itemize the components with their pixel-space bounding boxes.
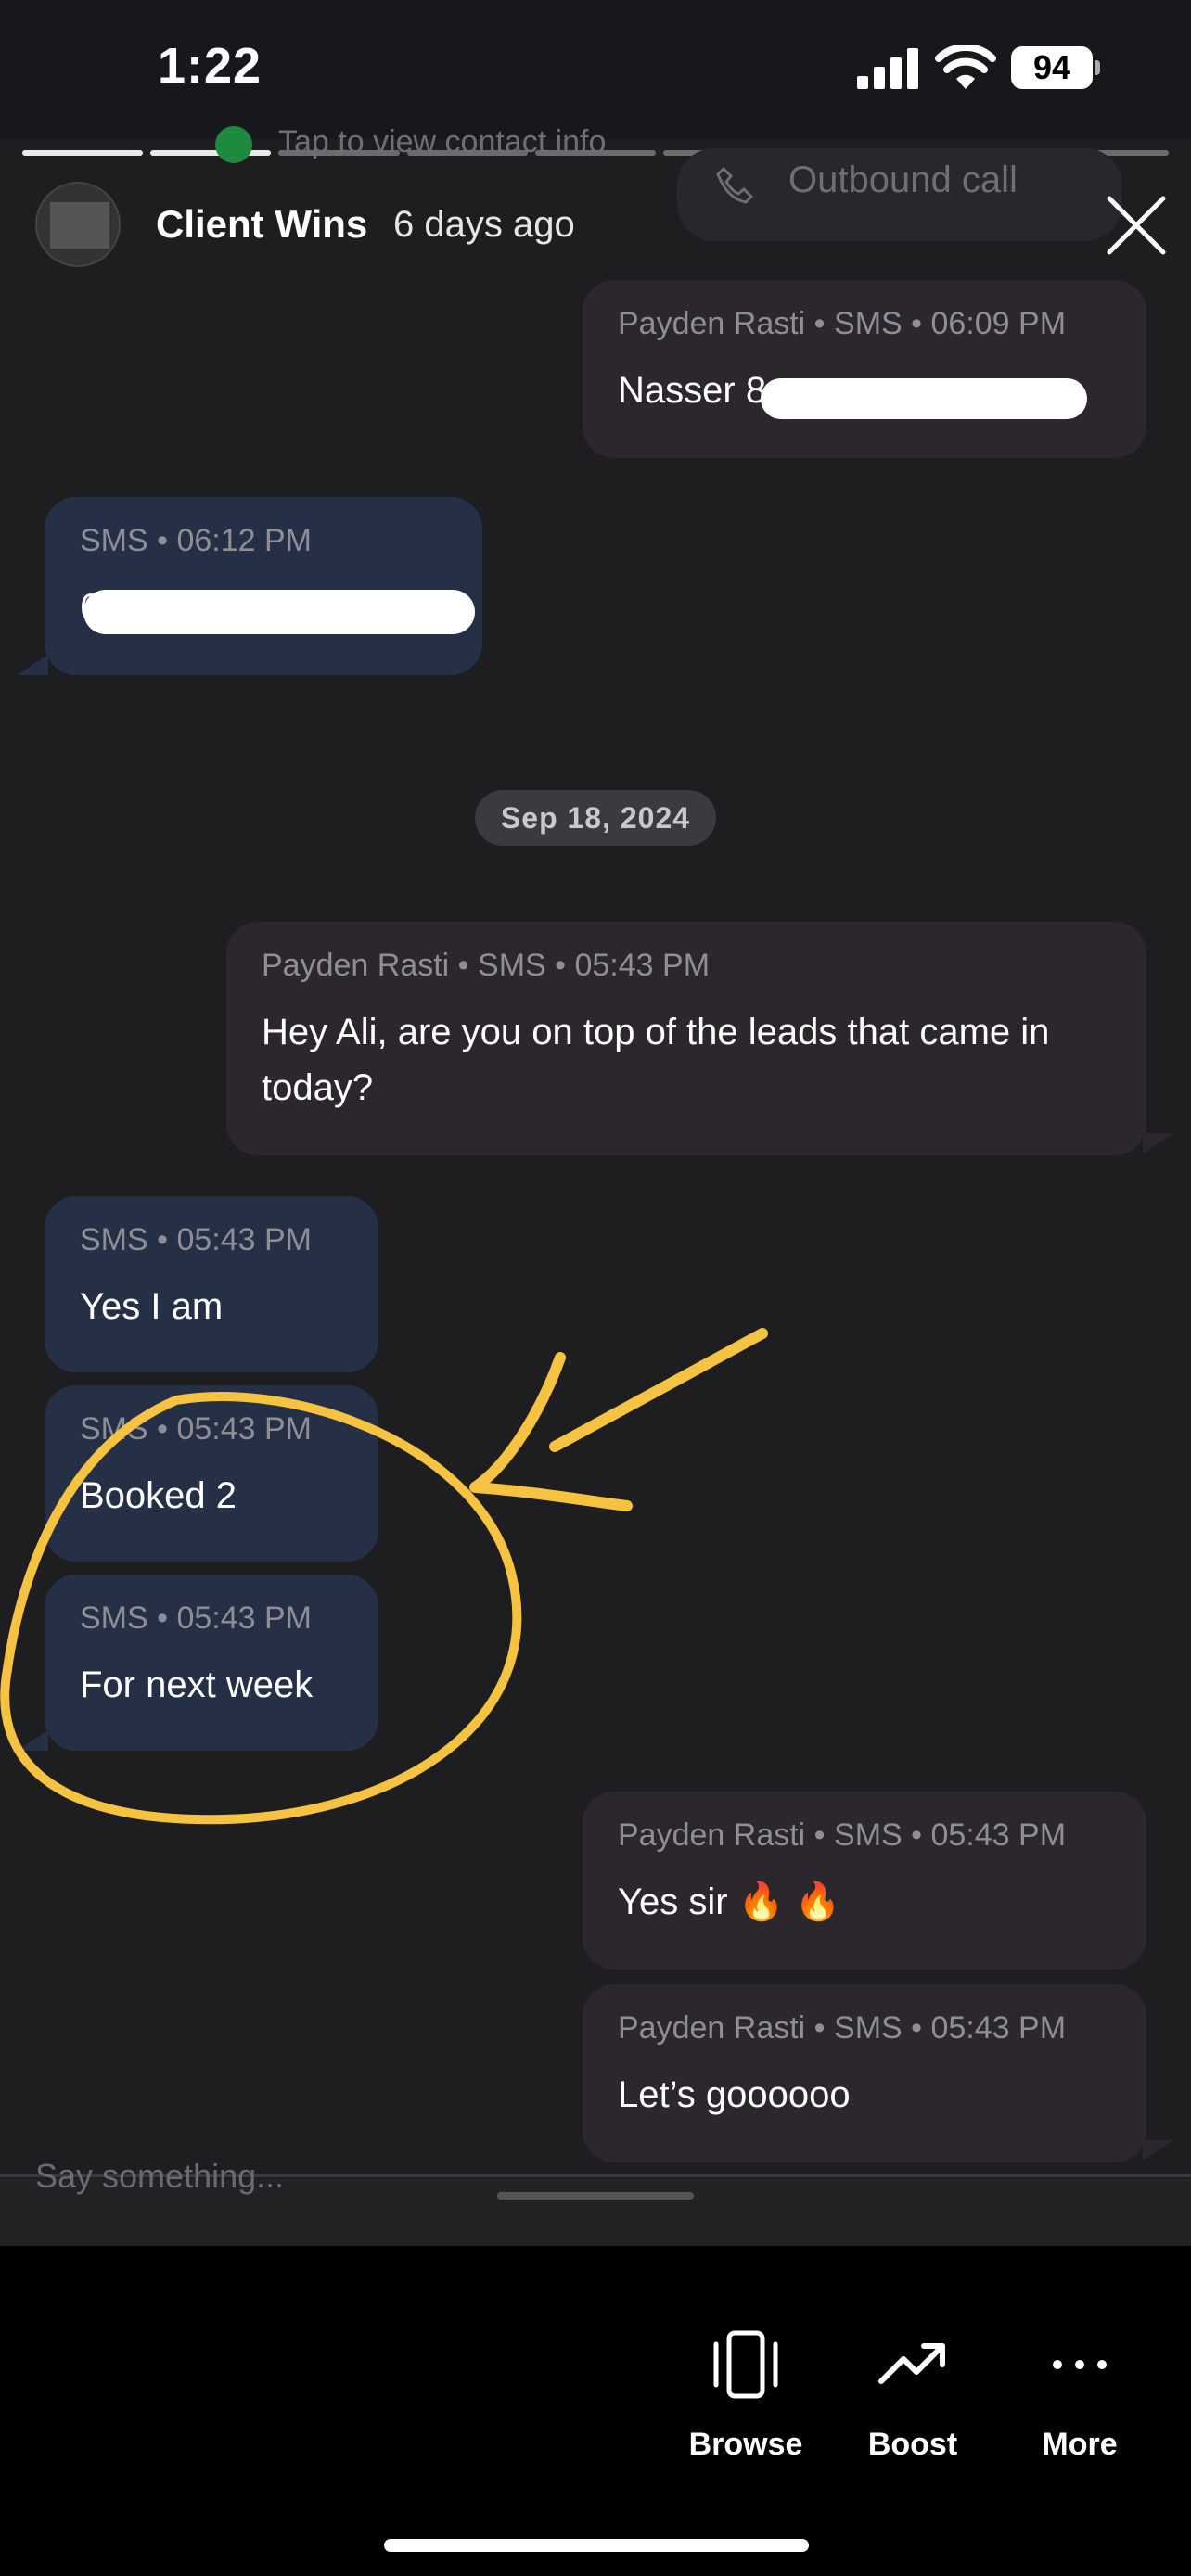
message-meta: SMS • 05:43 PM	[80, 1411, 313, 1447]
message-bubble-outgoing: Payden Rasti • SMS • 06:09 PM Nasser 8	[583, 280, 1146, 458]
wifi-icon	[935, 45, 996, 89]
message-meta: Payden Rasti • SMS • 06:09 PM	[618, 306, 1067, 341]
bubble-tail	[1143, 1133, 1174, 1154]
bubble-tail	[17, 1730, 48, 1751]
story-avatar[interactable]	[35, 182, 121, 267]
annotation-arrow-shaft	[549, 1328, 768, 1452]
message-bubble-incoming: SMS • 05:43 PM Yes I am	[45, 1196, 378, 1372]
message-bubble-outgoing: Payden Rasti • SMS • 05:43 PM Let’s gooo…	[583, 1984, 1146, 2162]
message-bubble-incoming: SMS • 05:43 PM For next week	[45, 1575, 378, 1751]
date-divider: Sep 18, 2024	[475, 790, 716, 846]
story-viewer: 1:22 94 Tap to view contact info Outboun…	[0, 0, 1191, 2576]
redaction-mark	[761, 378, 1087, 419]
message-bubble-outgoing: Payden Rasti • SMS • 05:43 PM Yes sir 🔥 …	[583, 1792, 1146, 1970]
message-meta: SMS • 05:43 PM	[80, 1600, 313, 1636]
story-timestamp: 6 days ago	[393, 204, 575, 245]
browse-icon	[713, 2330, 778, 2399]
story-title: Client Wins	[156, 202, 368, 246]
battery-nub	[1095, 60, 1100, 75]
drag-handle[interactable]	[497, 2192, 694, 2200]
home-indicator[interactable]	[384, 2539, 809, 2552]
bubble-tail	[1143, 2140, 1174, 2161]
progress-segment	[150, 150, 272, 156]
message-meta: Payden Rasti • SMS • 05:43 PM	[262, 948, 711, 983]
more-label: More	[1042, 2427, 1118, 2462]
progress-segment	[22, 150, 144, 156]
browse-label: Browse	[688, 2427, 803, 2462]
close-icon[interactable]	[1104, 193, 1169, 258]
message-text: Let’s goooooo	[618, 2074, 851, 2115]
avatar-thumbnail	[50, 202, 109, 249]
outbound-call-label: Outbound call	[788, 159, 1018, 200]
message-text: Yes sir 🔥 🔥	[618, 1881, 841, 1922]
message-text: Booked 2	[80, 1475, 237, 1516]
redaction-mark	[83, 590, 475, 634]
browse-button[interactable]: Browse	[672, 2327, 820, 2463]
contact-info-link[interactable]: Tap to view contact info	[278, 124, 606, 160]
message-meta: Payden Rasti • SMS • 05:43 PM	[618, 1817, 1067, 1853]
annotation-arrow-head	[469, 1352, 633, 1511]
message-app-icon	[215, 126, 252, 163]
battery-icon: 94	[1011, 46, 1102, 89]
more-dots-icon	[1053, 2360, 1107, 2369]
status-bar: 1:22 94	[0, 0, 1191, 139]
message-meta: SMS • 06:12 PM	[80, 523, 313, 558]
message-text: For next week	[80, 1664, 314, 1705]
boost-button[interactable]: Boost	[839, 2327, 987, 2463]
message-meta: SMS • 05:43 PM	[80, 1222, 313, 1257]
phone-icon	[716, 166, 754, 204]
message-meta: Payden Rasti • SMS • 05:43 PM	[618, 2010, 1067, 2046]
battery-level: 94	[1011, 46, 1093, 89]
message-bubble-incoming: SMS • 06:12 PM 647	[45, 497, 482, 675]
message-bubble-outgoing: Payden Rasti • SMS • 05:43 PM Hey Ali, a…	[226, 922, 1146, 1155]
cellular-signal-icon	[857, 48, 918, 89]
status-time: 1:22	[158, 38, 263, 94]
message-text: Yes I am	[80, 1286, 224, 1327]
trending-up-icon	[878, 2343, 945, 2384]
more-button[interactable]: More	[1005, 2327, 1154, 2463]
message-input[interactable]: Say something...	[35, 2157, 284, 2196]
boost-label: Boost	[867, 2427, 958, 2462]
message-text: Hey Ali, are you on top of the leads tha…	[262, 1012, 1050, 1108]
message-bubble-incoming: SMS • 05:43 PM Booked 2	[45, 1385, 378, 1562]
bubble-tail	[17, 655, 48, 675]
